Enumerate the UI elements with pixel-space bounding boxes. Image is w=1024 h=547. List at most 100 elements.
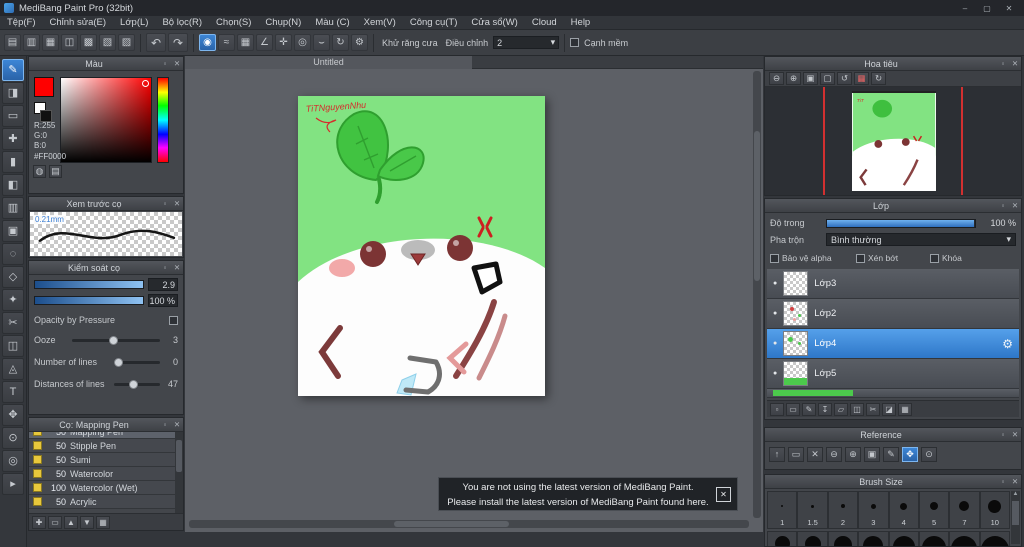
brush-down-icon[interactable]: ▼ bbox=[80, 515, 94, 529]
layer-visibility-icon[interactable]: ● bbox=[773, 370, 777, 377]
brush-up-icon[interactable]: ▲ bbox=[64, 515, 78, 529]
maximize-button[interactable]: ▢ bbox=[976, 1, 998, 15]
actual-size-icon[interactable]: ▢ bbox=[820, 72, 835, 85]
brush-item-watercolor-wet[interactable]: 100 Watercolor (Wet) bbox=[29, 481, 175, 495]
layout-icon[interactable]: ▧ bbox=[99, 34, 116, 51]
open-file-icon[interactable]: ▥ bbox=[23, 34, 40, 51]
brush-size-cell[interactable]: 1 bbox=[767, 491, 798, 529]
brush-size-cell[interactable]: 3 bbox=[858, 491, 889, 529]
ooze-slider-knob[interactable] bbox=[108, 335, 118, 345]
brush-list-scrollbar[interactable] bbox=[175, 432, 183, 513]
menu-capture[interactable]: Chụp(N) bbox=[258, 16, 308, 29]
layer-visibility-icon[interactable]: ● bbox=[773, 340, 777, 347]
layer-row-lop3[interactable]: ● Lớp3 bbox=[767, 269, 1019, 299]
canvas-vertical-scrollbar[interactable] bbox=[753, 71, 761, 518]
new-layer-icon[interactable]: ▫ bbox=[770, 402, 784, 416]
scrollbar-thumb[interactable] bbox=[176, 440, 182, 472]
snap-angle-icon[interactable]: ∠ bbox=[256, 34, 273, 51]
lock-checkbox[interactable] bbox=[930, 253, 939, 263]
ref-zoom-in-icon[interactable]: ⊕ bbox=[845, 447, 861, 462]
web-color-icon[interactable]: ◍ bbox=[33, 165, 46, 178]
close-panel-icon[interactable]: ✕ bbox=[1009, 59, 1021, 68]
new-folder-icon[interactable]: ▭ bbox=[786, 402, 800, 416]
minimize-button[interactable]: – bbox=[954, 1, 976, 15]
tool-gradient[interactable]: ▥ bbox=[2, 197, 24, 219]
brush-size-cell[interactable] bbox=[827, 531, 859, 546]
document-tab[interactable]: Untitled bbox=[185, 56, 472, 69]
canvas[interactable]: TiTNguyenNhu bbox=[298, 96, 545, 396]
tool-stamp[interactable]: ◫ bbox=[2, 335, 24, 357]
brush-size-value[interactable]: 2.9 bbox=[148, 278, 178, 291]
add-brush-icon[interactable]: ✚ bbox=[32, 515, 46, 529]
brush-opacity-slider[interactable] bbox=[34, 296, 144, 305]
popout-icon[interactable]: ▫ bbox=[159, 59, 171, 68]
stabilizer-icon[interactable]: ◉ bbox=[199, 34, 216, 51]
navigator-thumbnail[interactable]: TiT bbox=[852, 91, 936, 191]
combine-layer-icon[interactable]: ◪ bbox=[882, 402, 896, 416]
opacity-by-pressure-checkbox[interactable] bbox=[169, 315, 178, 325]
palette-icon[interactable]: ▤ bbox=[49, 165, 62, 178]
menu-help[interactable]: Help bbox=[564, 16, 598, 29]
rotate-left-icon[interactable]: ↺ bbox=[837, 72, 852, 85]
brush-size-slider[interactable] bbox=[34, 280, 144, 289]
close-panel-icon[interactable]: ✕ bbox=[171, 199, 183, 208]
blend-mode-dropdown[interactable]: Bình thường ▾ bbox=[826, 233, 1016, 246]
scrollbar-thumb[interactable] bbox=[394, 521, 509, 527]
brush-size-cell[interactable] bbox=[767, 531, 798, 546]
close-button[interactable]: ✕ bbox=[998, 1, 1020, 15]
snap-rotate-icon[interactable]: ↻ bbox=[332, 34, 349, 51]
brush-item-stipple-pen[interactable]: 50 Stipple Pen bbox=[29, 439, 175, 453]
popout-icon[interactable]: ▫ bbox=[159, 420, 171, 429]
stroke-icon[interactable]: ≈ bbox=[218, 34, 235, 51]
clipping-checkbox[interactable] bbox=[856, 253, 865, 263]
layer-visibility-icon[interactable]: ● bbox=[773, 310, 777, 317]
brush-item-mapping-pen[interactable]: 50 Mapping Pen bbox=[29, 432, 175, 439]
brush-size-cell[interactable]: 2 bbox=[827, 491, 859, 529]
zoom-in-icon[interactable]: ⊕ bbox=[786, 72, 801, 85]
brush-item-watercolor[interactable]: 50 Watercolor bbox=[29, 467, 175, 481]
close-panel-icon[interactable]: ✕ bbox=[1009, 430, 1021, 439]
reset-view-icon[interactable]: ▦ bbox=[854, 72, 869, 85]
brush-size-cell[interactable]: 7 bbox=[949, 491, 980, 529]
brush-size-scrollbar[interactable]: ▲ bbox=[1011, 491, 1020, 544]
ref-hand-icon[interactable]: ✥ bbox=[902, 447, 918, 462]
canvas-horizontal-scrollbar[interactable] bbox=[189, 520, 749, 528]
saturation-value-picker[interactable] bbox=[60, 77, 152, 163]
brush-size-cell[interactable] bbox=[797, 531, 828, 546]
tool-eraser[interactable]: ◨ bbox=[2, 82, 24, 104]
menu-cloud[interactable]: Cloud bbox=[525, 16, 564, 29]
select-display-icon[interactable]: ▩ bbox=[80, 34, 97, 51]
undo-icon[interactable]: ↶ bbox=[146, 33, 166, 52]
brush-size-cell[interactable] bbox=[918, 531, 950, 546]
brush-size-cell[interactable] bbox=[858, 531, 889, 546]
popout-icon[interactable]: ▫ bbox=[997, 430, 1009, 439]
tool-scissors[interactable]: ✂ bbox=[2, 312, 24, 334]
brush-size-cell[interactable]: 1.5 bbox=[797, 491, 828, 529]
distances-of-lines-knob[interactable] bbox=[128, 379, 138, 389]
menu-view[interactable]: Xem(V) bbox=[357, 16, 403, 29]
popout-icon[interactable]: ▫ bbox=[159, 263, 171, 272]
brush-opacity-value[interactable]: 100 % bbox=[148, 294, 178, 307]
pixel-grid-icon[interactable]: ▦ bbox=[237, 34, 254, 51]
delete-layer-icon[interactable]: ▦ bbox=[898, 402, 912, 416]
popout-icon[interactable]: ▫ bbox=[997, 477, 1009, 486]
zoom-out-icon[interactable]: ⊖ bbox=[769, 72, 784, 85]
redo-icon[interactable]: ↷ bbox=[168, 33, 188, 52]
layer-opacity-slider[interactable] bbox=[826, 218, 976, 228]
brush-size-cell[interactable] bbox=[979, 531, 1010, 546]
distances-of-lines-slider[interactable] bbox=[114, 379, 160, 389]
snap-curve-icon[interactable]: ⌣ bbox=[313, 34, 330, 51]
rotate-right-icon[interactable]: ↻ bbox=[871, 72, 886, 85]
tool-hand[interactable]: ✥ bbox=[2, 404, 24, 426]
brush-delete-icon[interactable]: ▦ bbox=[96, 515, 110, 529]
snap-settings-icon[interactable]: ⚙ bbox=[351, 34, 368, 51]
flip-view-icon[interactable]: ◫ bbox=[61, 34, 78, 51]
tool-shape[interactable]: ▣ bbox=[2, 220, 24, 242]
menu-filter[interactable]: Bộ lọc(R) bbox=[155, 16, 209, 29]
snap-cross-icon[interactable]: ✛ bbox=[275, 34, 292, 51]
tool-move[interactable]: ✚ bbox=[2, 128, 24, 150]
tool-magic-wand[interactable]: ✦ bbox=[2, 289, 24, 311]
scroll-up-icon[interactable]: ▲ bbox=[1013, 491, 1019, 497]
scrollbar-thumb[interactable] bbox=[1012, 501, 1019, 525]
layer-row-lop4[interactable]: ● Lớp4 ⚙ bbox=[767, 329, 1019, 359]
